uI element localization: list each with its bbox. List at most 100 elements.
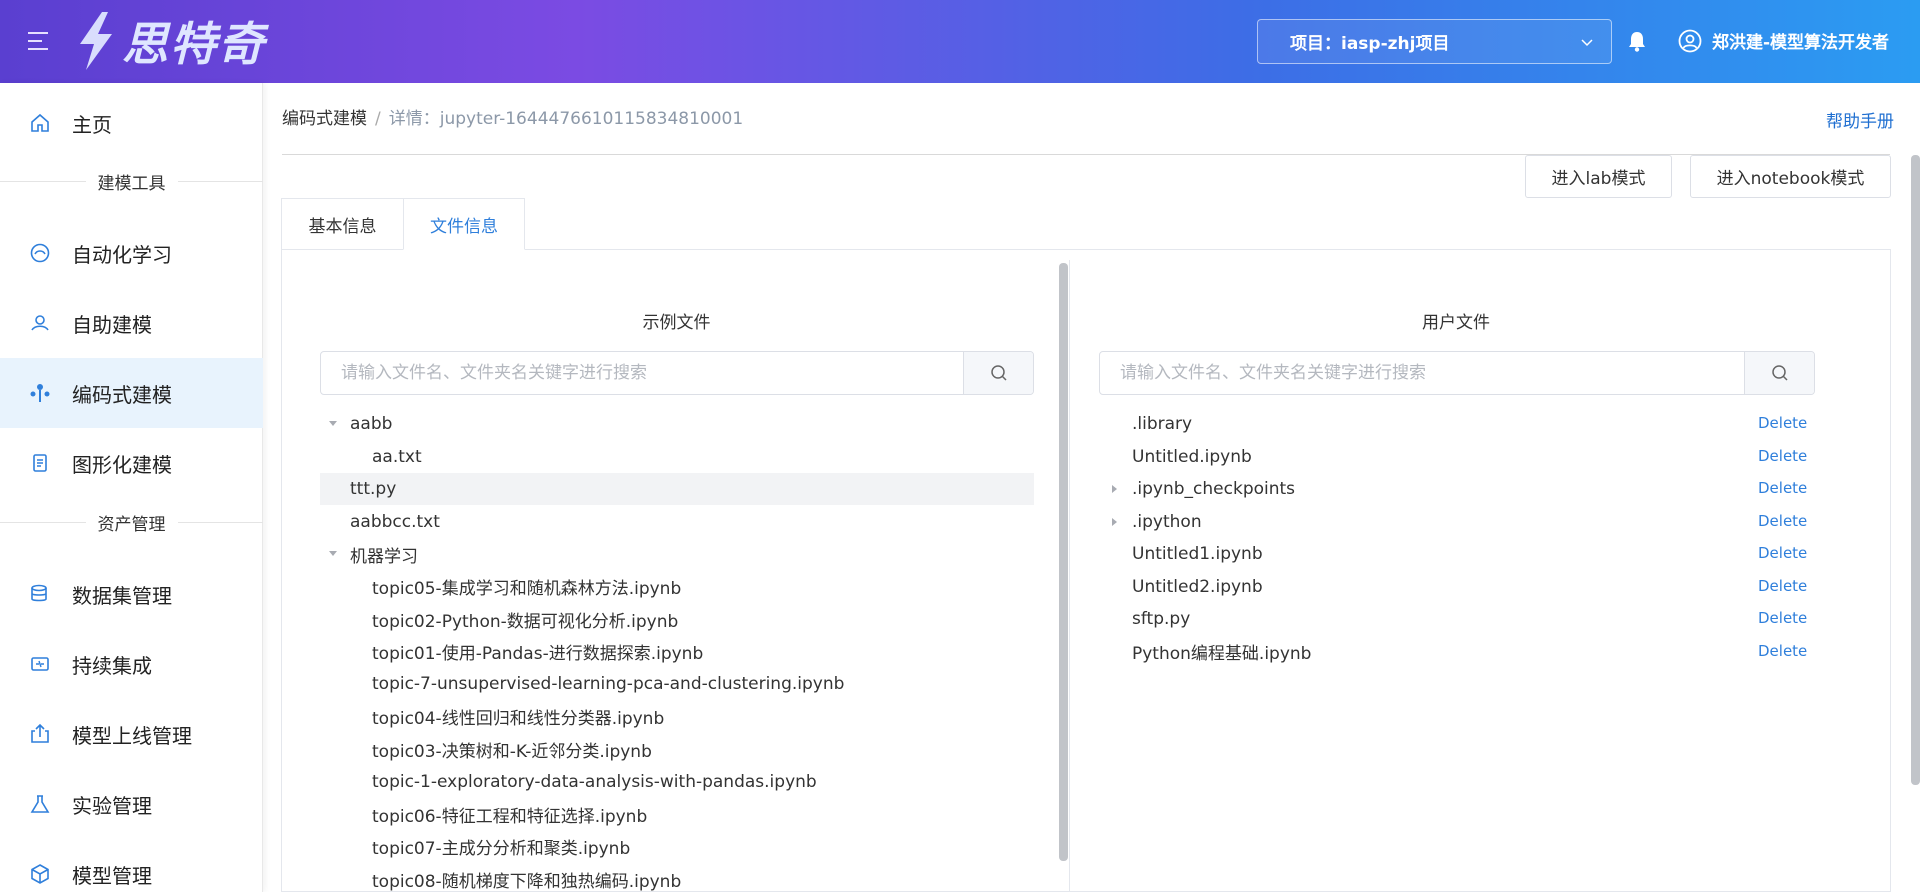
tree-node[interactable]: topic02-Python-数据可视化分析.ipynb — [320, 603, 1034, 635]
tree-node[interactable]: ttt.py — [320, 473, 1034, 505]
tree-node-label: aabbcc.txt — [350, 511, 440, 532]
example-search-button[interactable] — [963, 352, 1033, 394]
delete-link[interactable]: Delete — [1758, 609, 1807, 627]
caret-down-icon[interactable] — [328, 420, 338, 428]
breadcrumb-parent[interactable]: 编码式建模 — [282, 109, 367, 129]
user-files-title: 用户文件 — [1422, 313, 1490, 333]
tree-node-label: topic08-随机梯度下降和独热编码.ipynb — [372, 871, 682, 892]
tree-node-label: topic01-使用-Pandas-进行数据探索.ipynb — [372, 644, 704, 664]
tree-node[interactable]: topic05-集成学习和随机森林方法.ipynb — [320, 571, 1034, 603]
sidebar-item-label: 自助建模 — [72, 312, 152, 337]
code-modeling-icon — [28, 381, 52, 405]
tree-node-label: topic-7-unsupervised-learning-pca-and-cl… — [372, 674, 845, 694]
sidebar-item-model[interactable]: 模型管理 — [0, 839, 263, 892]
tree-node[interactable]: topic04-线性回归和线性分类器.ipynb — [320, 701, 1034, 733]
file-item[interactable]: .library — [1102, 408, 1742, 440]
tree-node[interactable]: topic03-决策树和-K-近邻分类.ipynb — [320, 733, 1034, 765]
tab-basic-info[interactable]: 基本信息 — [281, 198, 404, 250]
sidebar-section-label: 建模工具 — [85, 168, 178, 194]
search-icon — [990, 365, 1007, 381]
sidebar-item-ci[interactable]: 持续集成 — [0, 629, 263, 699]
panel-divider — [1069, 260, 1070, 892]
sidebar-item-label: 实验管理 — [72, 793, 152, 818]
cube-icon — [28, 862, 52, 886]
sidebar-item-graph-modeling[interactable]: 图形化建模 — [0, 428, 263, 498]
database-icon — [28, 582, 52, 606]
file-item[interactable]: Untitled2.ipynb — [1102, 571, 1742, 603]
tree-node[interactable]: 机器学习 — [320, 538, 1034, 570]
tree-node[interactable]: aabb — [320, 408, 1034, 440]
project-select-label: 项目：iasp-zhj项目 — [1290, 34, 1450, 54]
top-header: 思特奇 项目：iasp-zhj项目 郑洪建-模型算法开发者 — [0, 0, 1920, 83]
sidebar-item-label: 模型上线管理 — [72, 723, 192, 748]
flask-icon — [28, 792, 52, 816]
bell-icon[interactable] — [1627, 30, 1647, 52]
sidebar-section-label: 资产管理 — [85, 509, 178, 535]
notebook-mode-button[interactable]: 进入notebook模式 — [1690, 155, 1891, 198]
file-item-label: Python编程基础.ipynb — [1132, 644, 1312, 664]
file-item[interactable]: .ipynb_checkpoints — [1102, 473, 1742, 505]
delete-link[interactable]: Delete — [1758, 642, 1807, 660]
sidebar-section-assets: 资产管理 — [0, 509, 263, 535]
file-item-label: Untitled2.ipynb — [1132, 576, 1263, 597]
delete-link[interactable]: Delete — [1758, 577, 1807, 595]
tab-file-info[interactable]: 文件信息 — [403, 198, 525, 250]
help-manual-link[interactable]: 帮助手册 — [1826, 107, 1894, 132]
lab-mode-button[interactable]: 进入lab模式 — [1525, 155, 1672, 198]
sidebar-item-home[interactable]: 主页 — [0, 88, 263, 158]
tree-node-label: 机器学习 — [350, 546, 418, 567]
sidebar-item-label: 自动化学习 — [72, 242, 172, 267]
delete-link[interactable]: Delete — [1758, 414, 1807, 432]
file-item[interactable]: Python编程基础.ipynb — [1102, 636, 1742, 668]
sidebar-item-label: 数据集管理 — [72, 583, 172, 608]
self-modeling-icon — [28, 311, 52, 335]
tree-node[interactable]: topic06-特征工程和特征选择.ipynb — [320, 798, 1034, 830]
example-search-input[interactable] — [321, 352, 963, 394]
sidebar-item-dataset[interactable]: 数据集管理 — [0, 559, 263, 629]
auto-learning-icon — [28, 241, 52, 265]
sidebar-item-model-deploy[interactable]: 模型上线管理 — [0, 699, 263, 769]
caret-down-icon[interactable] — [328, 550, 338, 558]
sidebar-item-label: 编码式建模 — [72, 382, 172, 407]
tree-node-label: aabb — [350, 414, 393, 434]
sidebar-item-auto-learning[interactable]: 自动化学习 — [0, 218, 263, 288]
tree-node[interactable]: topic08-随机梯度下降和独热编码.ipynb — [320, 863, 1034, 892]
tree-node-label: aa.txt — [372, 446, 422, 467]
tree-node[interactable]: topic-7-unsupervised-learning-pca-and-cl… — [320, 668, 1034, 700]
upload-icon — [28, 722, 52, 746]
caret-right-icon[interactable] — [1110, 517, 1120, 527]
user-search-input[interactable] — [1100, 352, 1744, 394]
tree-node[interactable]: topic-1-exploratory-data-analysis-with-p… — [320, 766, 1034, 798]
caret-right-icon[interactable] — [1110, 484, 1120, 494]
tree-node[interactable]: topic01-使用-Pandas-进行数据探索.ipynb — [320, 636, 1034, 668]
tree-node-label: topic02-Python-数据可视化分析.ipynb — [372, 611, 679, 632]
tree-node[interactable]: aabbcc.txt — [320, 506, 1034, 538]
page-scrollbar[interactable] — [1911, 155, 1920, 785]
file-item-label: .ipynb_checkpoints — [1132, 479, 1296, 499]
tree-node[interactable]: topic07-主成分分析和聚类.ipynb — [320, 831, 1034, 863]
panel-scrollbar[interactable] — [1059, 263, 1068, 861]
file-item[interactable]: Untitled1.ipynb — [1102, 538, 1742, 570]
sidebar-item-label: 持续集成 — [72, 653, 152, 678]
sidebar-item-code-modeling[interactable]: 编码式建模 — [0, 358, 263, 428]
project-select[interactable]: 项目：iasp-zhj项目 — [1257, 19, 1612, 64]
menu-toggle-icon[interactable] — [28, 32, 50, 50]
document-icon — [28, 451, 52, 475]
breadcrumb-separator: / — [375, 109, 381, 129]
user-menu[interactable]: 郑洪建-模型算法开发者 — [1678, 28, 1889, 53]
sidebar-item-experiment[interactable]: 实验管理 — [0, 769, 263, 839]
file-item[interactable]: Untitled.ipynb — [1102, 441, 1742, 473]
delete-link[interactable]: Delete — [1758, 544, 1807, 562]
sidebar-item-self-modeling[interactable]: 自助建模 — [0, 288, 263, 358]
delete-link[interactable]: Delete — [1758, 512, 1807, 530]
example-files-title: 示例文件 — [642, 313, 711, 333]
file-item[interactable]: sftp.py — [1102, 603, 1742, 635]
delete-link[interactable]: Delete — [1758, 479, 1807, 497]
file-item[interactable]: .ipython — [1102, 506, 1742, 538]
tree-node-label: topic07-主成分分析和聚类.ipynb — [372, 839, 631, 859]
delete-link[interactable]: Delete — [1758, 447, 1807, 465]
file-item-label: sftp.py — [1132, 609, 1191, 629]
file-item-label: .ipython — [1132, 511, 1202, 532]
tree-node[interactable]: aa.txt — [320, 441, 1034, 473]
user-search-button[interactable] — [1744, 352, 1814, 394]
